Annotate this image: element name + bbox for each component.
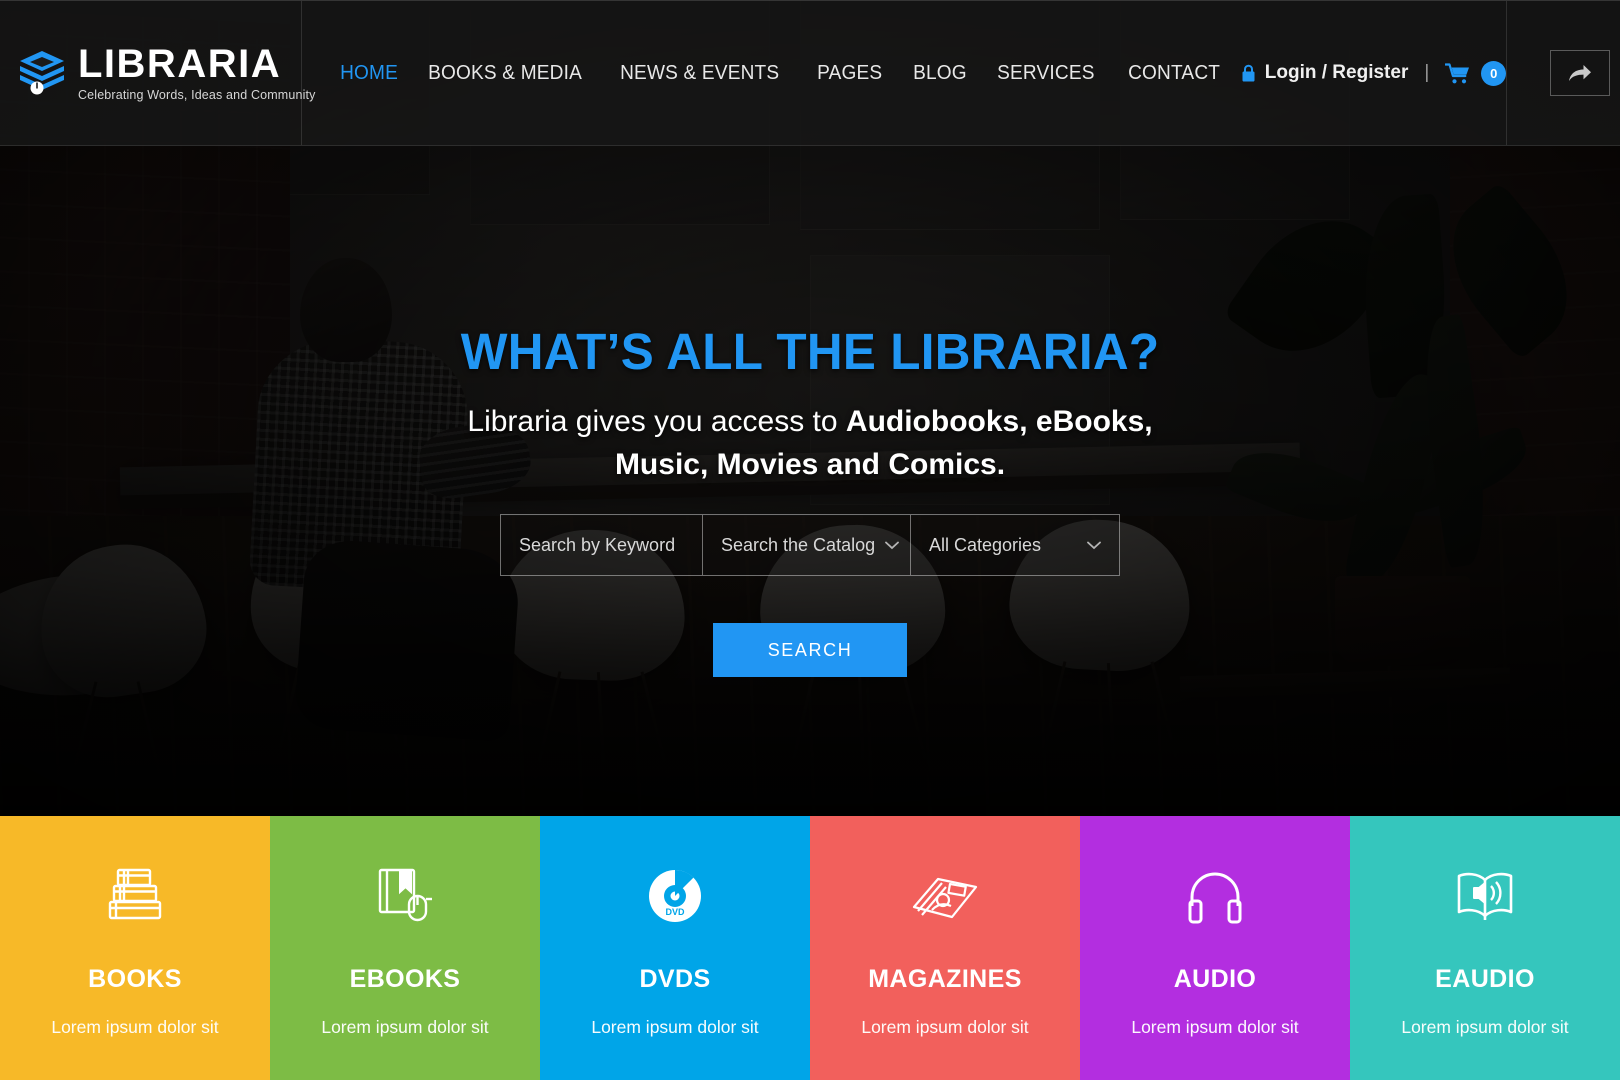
- dvd-disc-icon: DVD: [646, 865, 704, 927]
- ebook-mouse-icon: [376, 865, 434, 927]
- search-category-value: All Categories: [929, 534, 1042, 555]
- share-button-container: [1506, 1, 1620, 145]
- category-desc: Lorem ipsum dolor sit: [321, 1017, 489, 1037]
- category-title: EAUDIO: [1435, 965, 1535, 993]
- cart-count-badge: 0: [1481, 60, 1507, 86]
- category-title: AUDIO: [1173, 965, 1257, 993]
- category-title: DVDS: [639, 965, 711, 993]
- search-catalog-value: Search the Catalog: [721, 534, 876, 555]
- category-tile-ebooks[interactable]: EBOOKS Lorem ipsum dolor sit: [270, 816, 540, 1080]
- header-separator: |: [1424, 62, 1430, 83]
- logo-title: LIBRARIA: [78, 42, 282, 86]
- logo-tagline: Celebrating Words, Ideas and Community: [78, 88, 316, 102]
- category-desc: Lorem ipsum dolor sit: [1131, 1017, 1299, 1037]
- search-submit-button[interactable]: SEARCH: [713, 623, 907, 678]
- hero-content: WHAT’S ALL THE LIBRARIA? Libraria gives …: [0, 146, 1620, 816]
- category-title: MAGAZINES: [868, 965, 1022, 993]
- shopping-cart-icon: [1445, 62, 1470, 83]
- category-tile-books[interactable]: BOOKS Lorem ipsum dolor sit: [0, 816, 270, 1080]
- category-tiles: BOOKS Lorem ipsum dolor sit EBOOKS Lorem…: [0, 816, 1620, 1080]
- main-navigation: HOME BOOKS & MEDIA NEWS & EVENTS PAGES B…: [302, 1, 1241, 145]
- page-root: LIBRARIA Celebrating Words, Ideas and Co…: [0, 0, 1620, 1080]
- category-desc: Lorem ipsum dolor sit: [591, 1017, 759, 1037]
- category-title: BOOKS: [88, 965, 182, 993]
- nav-item-home[interactable]: HOME: [328, 61, 410, 85]
- hero-subtitle: Libraria gives you access to Audiobooks,…: [440, 401, 1180, 486]
- category-desc: Lorem ipsum dolor sit: [51, 1017, 219, 1037]
- headphones-icon: [1186, 865, 1244, 927]
- search-keyword-placeholder: Search by Keyword: [519, 534, 676, 555]
- nav-item-contact[interactable]: CONTACT: [1116, 61, 1232, 85]
- nav-item-news-events[interactable]: NEWS & EVENTS: [608, 61, 791, 85]
- category-title: EBOOKS: [349, 965, 461, 993]
- share-arrow-icon: [1568, 65, 1591, 81]
- search-catalog-select[interactable]: Search the Catalog: [703, 515, 911, 576]
- share-button[interactable]: [1549, 50, 1610, 96]
- nav-item-blog[interactable]: BLOG: [901, 61, 979, 85]
- svg-text:DVD: DVD: [665, 907, 685, 917]
- category-tile-dvds[interactable]: DVD DVDS Lorem ipsum dolor sit: [540, 816, 810, 1080]
- chevron-down-icon: [885, 541, 900, 549]
- search-keyword-input[interactable]: Search by Keyword: [501, 515, 703, 576]
- nav-item-services[interactable]: SERVICES: [985, 61, 1107, 85]
- magazines-icon: [910, 865, 980, 927]
- header-utilities: Login / Register | 0: [1241, 1, 1620, 145]
- cart-button[interactable]: 0: [1445, 60, 1507, 86]
- chevron-down-icon: [1087, 541, 1101, 549]
- logo[interactable]: LIBRARIA Celebrating Words, Ideas and Co…: [0, 1, 315, 145]
- stacked-books-icon: [104, 865, 166, 927]
- lock-icon: [1242, 64, 1255, 82]
- hero-title: WHAT’S ALL THE LIBRARIA?: [460, 323, 1160, 380]
- audiobook-speaker-icon: [1454, 865, 1516, 927]
- site-header: LIBRARIA Celebrating Words, Ideas and Co…: [0, 0, 1620, 146]
- category-desc: Lorem ipsum dolor sit: [1401, 1017, 1569, 1037]
- category-tile-magazines[interactable]: MAGAZINES Lorem ipsum dolor sit: [810, 816, 1080, 1080]
- login-register-link[interactable]: Login / Register: [1241, 62, 1409, 84]
- stacked-books-logo-icon: [20, 51, 64, 95]
- category-tile-eaudio[interactable]: EAUDIO Lorem ipsum dolor sit: [1350, 816, 1620, 1080]
- search-category-select[interactable]: All Categories: [911, 515, 1119, 575]
- nav-item-books-media[interactable]: BOOKS & MEDIA: [416, 61, 594, 85]
- hero-search-bar: Search by Keyword Search the Catalog All…: [500, 514, 1120, 577]
- login-register-label: Login / Register: [1264, 62, 1409, 83]
- nav-item-pages[interactable]: PAGES: [805, 61, 894, 85]
- hero-subtitle-plain: Libraria gives you access to: [467, 405, 846, 438]
- category-desc: Lorem ipsum dolor sit: [861, 1017, 1029, 1037]
- category-tile-audio[interactable]: AUDIO Lorem ipsum dolor sit: [1080, 816, 1350, 1080]
